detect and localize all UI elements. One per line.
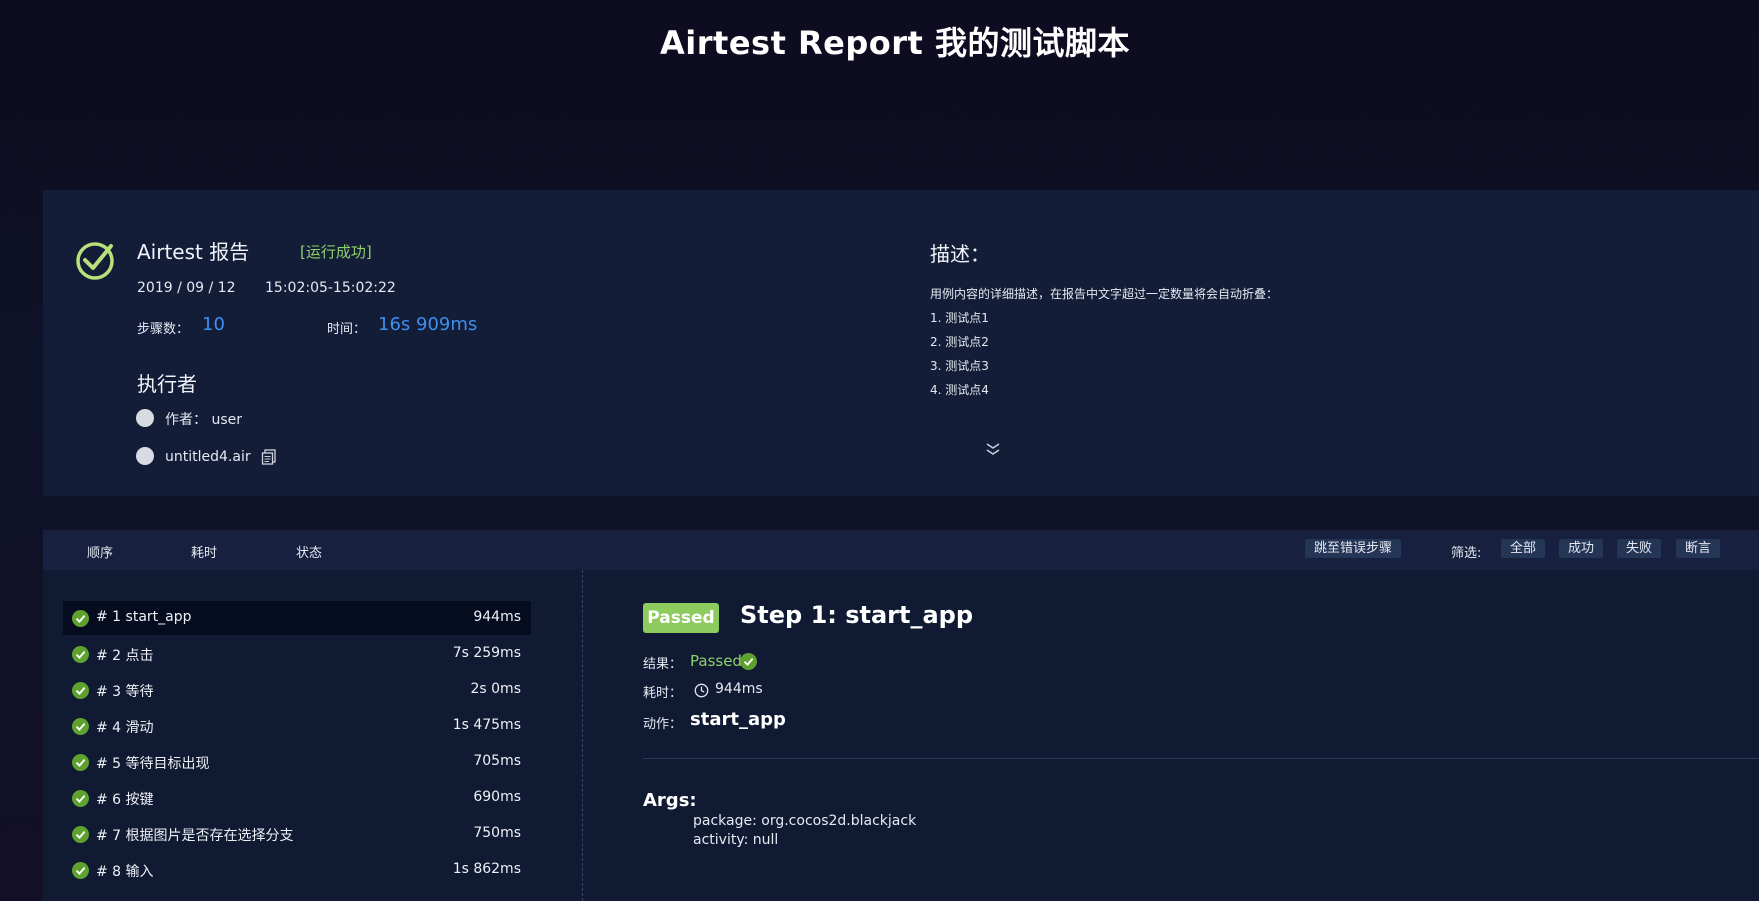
- author-text: 作者： user: [165, 412, 242, 428]
- sort-order-button[interactable]: 顺序: [87, 542, 113, 561]
- check-circle-icon: [72, 682, 89, 699]
- total-duration-value: 16s 909ms: [378, 314, 478, 335]
- status-badge: Passed: [643, 603, 719, 633]
- report-title: Airtest 报告: [137, 240, 250, 264]
- executor-title: 执行者: [137, 372, 197, 396]
- check-circle-icon: [72, 646, 89, 663]
- step-duration: 2s 0ms: [470, 681, 522, 697]
- check-circle-icon: [72, 610, 89, 627]
- check-circle-icon: [72, 790, 89, 807]
- description-line: 用例内容的详细描述，在报告中文字超过一定数量将会自动折叠：: [930, 287, 1279, 301]
- step-name: # 4 滑动: [96, 720, 154, 736]
- action-value: start_app: [690, 709, 786, 730]
- step-list-item[interactable]: # 1 start_app 944ms: [63, 601, 531, 635]
- step-name: # 8 输入: [96, 864, 154, 880]
- description-line: 3. 测试点3: [930, 359, 989, 373]
- author-dot-icon: [136, 409, 154, 427]
- step-name: # 3 等待: [96, 684, 154, 700]
- summary-panel: [43, 190, 1759, 496]
- check-circle-icon: [72, 754, 89, 771]
- step-list-item[interactable]: # 2 点击 7s 259ms: [63, 637, 531, 671]
- check-circle-icon: [72, 826, 89, 843]
- step-duration: 7s 259ms: [452, 645, 521, 661]
- total-duration-label: 时间：: [327, 322, 367, 337]
- arg-line: activity: null: [693, 832, 779, 848]
- steps-count-label: 步骤数：: [137, 322, 190, 337]
- step-name: # 7 根据图片是否存在选择分支: [96, 828, 294, 844]
- check-circle-icon: [72, 862, 89, 879]
- report-date: 2019 / 09 / 12: [137, 280, 236, 296]
- copy-icon[interactable]: [261, 449, 277, 465]
- expand-chevron-icon[interactable]: [984, 440, 1002, 458]
- step-duration: 1s 862ms: [452, 861, 521, 877]
- step-list-item[interactable]: # 8 输入 1s 862ms: [63, 853, 531, 887]
- sort-time-button[interactable]: 耗时: [191, 542, 217, 561]
- description-text: 用例内容的详细描述，在报告中文字超过一定数量将会自动折叠： 1. 测试点1 2.…: [930, 282, 1278, 402]
- check-circle-icon: [76, 242, 114, 280]
- step-duration: 944ms: [473, 609, 521, 625]
- step-detail-title: Step 1: start_app: [740, 601, 974, 629]
- description-title: 描述：: [930, 242, 990, 266]
- filter-success-button[interactable]: 成功: [1559, 539, 1604, 558]
- step-name: # 5 等待目标出现: [96, 756, 210, 772]
- filter-all-button[interactable]: 全部: [1501, 539, 1546, 558]
- step-name: # 6 按键: [96, 792, 154, 808]
- jump-to-error-button[interactable]: 跳至错误步骤: [1305, 539, 1402, 558]
- step-duration: 1s 475ms: [452, 717, 521, 733]
- filter-fail-button[interactable]: 失败: [1617, 539, 1662, 558]
- detail-divider: [643, 758, 1759, 759]
- script-dot-icon: [136, 447, 154, 465]
- result-value: Passed: [690, 652, 742, 670]
- report-time-range: 15:02:05-15:02:22: [265, 280, 396, 296]
- args-title: Args:: [643, 790, 697, 811]
- description-line: 1. 测试点1: [930, 311, 989, 325]
- description-line: 4. 测试点4: [930, 383, 989, 397]
- arg-line: package: org.cocos2d.blackjack: [693, 813, 917, 829]
- duration-label: 耗时：: [643, 686, 683, 701]
- step-list-item[interactable]: # 5 等待目标出现 705ms: [63, 745, 531, 779]
- description-line: 2. 测试点2: [930, 335, 989, 349]
- action-label: 动作：: [643, 717, 683, 732]
- result-label: 结果：: [643, 657, 683, 672]
- clock-icon: [694, 683, 709, 698]
- step-duration: 690ms: [473, 789, 521, 805]
- sort-status-button[interactable]: 状态: [296, 542, 322, 561]
- page-title: Airtest Report 我的测试脚本: [660, 24, 1130, 62]
- step-name: # 1 start_app: [96, 609, 192, 625]
- step-list-item[interactable]: # 6 按键 690ms: [63, 781, 531, 815]
- duration-value: 944ms: [715, 681, 763, 697]
- check-circle-icon: [72, 718, 89, 735]
- panel-divider: [582, 570, 583, 901]
- step-list-item[interactable]: # 7 根据图片是否存在选择分支 750ms: [63, 817, 531, 851]
- filter-label: 筛选:: [1451, 546, 1482, 561]
- filter-assert-button[interactable]: 断言: [1676, 539, 1721, 558]
- steps-count-value: 10: [202, 314, 225, 335]
- check-circle-icon: [740, 653, 757, 670]
- step-list-item[interactable]: # 3 等待 2s 0ms: [63, 673, 531, 707]
- step-duration: 705ms: [473, 753, 521, 769]
- run-status: [运行成功]: [300, 243, 372, 261]
- step-name: # 2 点击: [96, 648, 154, 664]
- step-duration: 750ms: [473, 825, 521, 841]
- script-name: untitled4.air: [165, 449, 251, 465]
- step-list-item[interactable]: # 4 滑动 1s 475ms: [63, 709, 531, 743]
